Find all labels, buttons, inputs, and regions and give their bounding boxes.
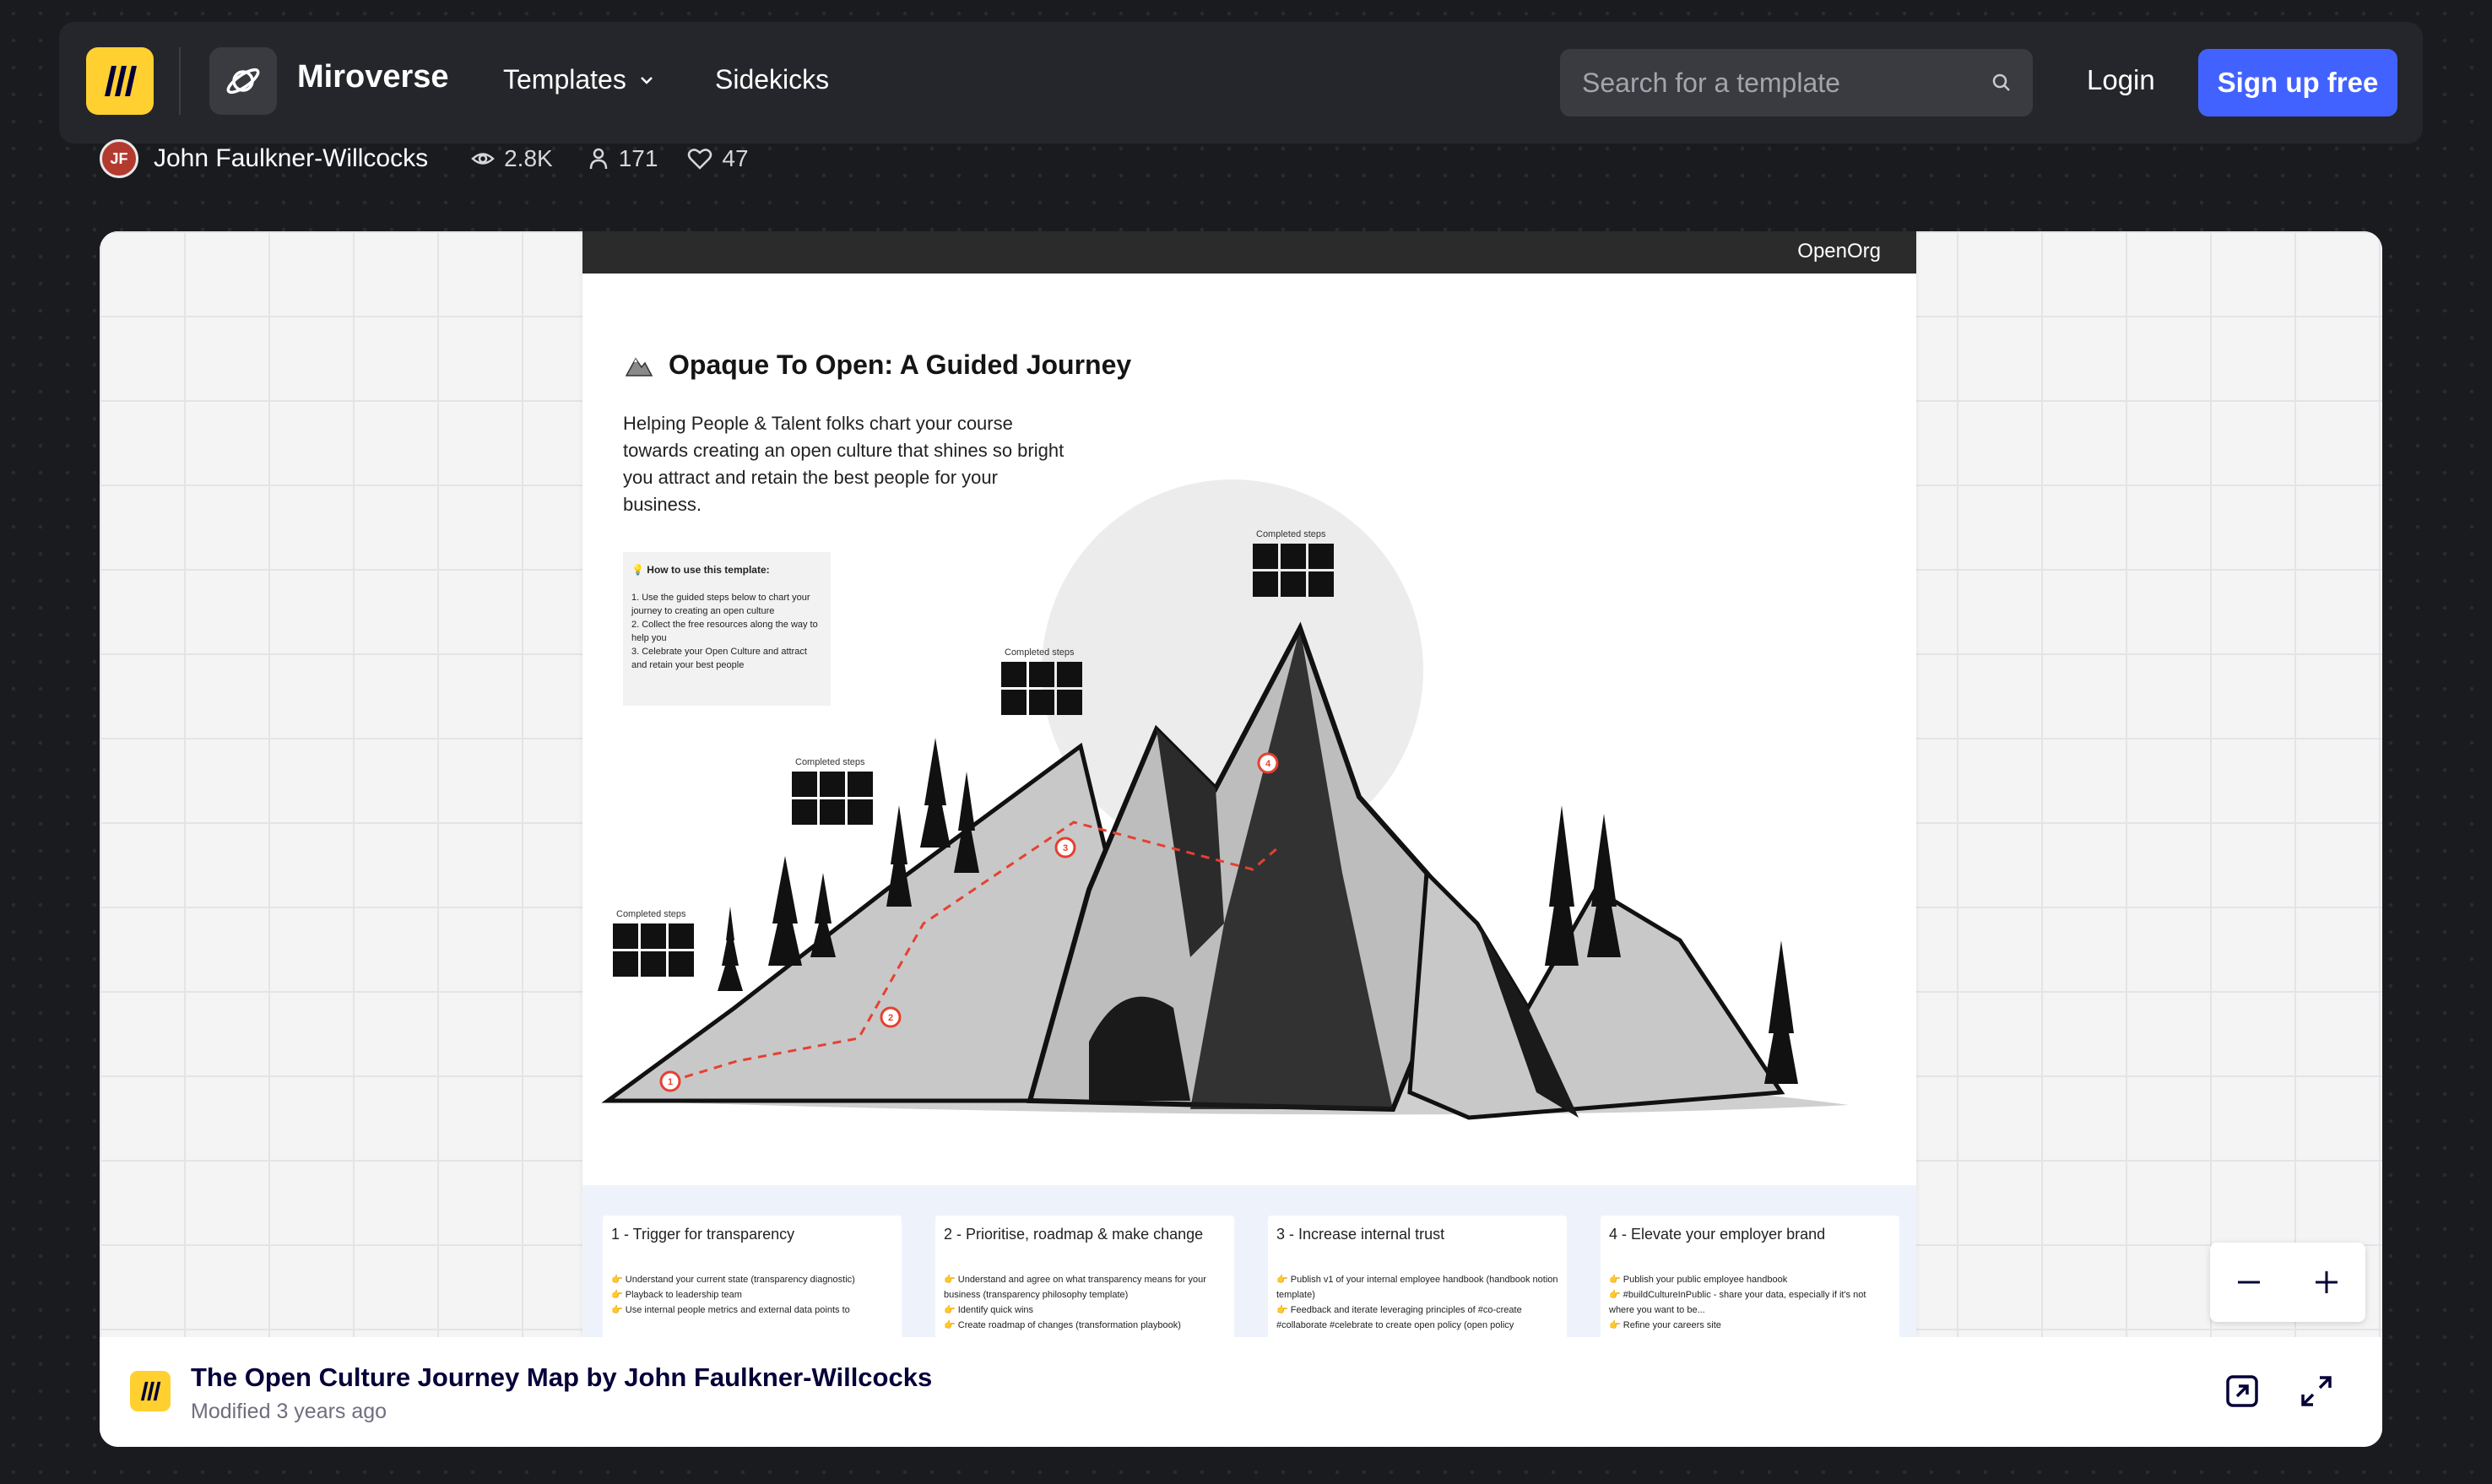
step-line: 👉 Publish your public employee handbook: [1609, 1275, 1788, 1285]
mountain-illustration: 1 2 3 4 Completed steps Completed steps …: [601, 479, 1849, 1120]
template-meta: JF John Faulkner-Willcocks 2.8K 171 47: [100, 138, 749, 179]
chevron-down-icon: [640, 76, 653, 84]
planet-icon[interactable]: [209, 47, 277, 115]
completed-label: Completed steps: [795, 757, 865, 767]
minus-icon: [2238, 1281, 2260, 1284]
completed-grid-1: [613, 923, 694, 977]
sidekicks-label: Sidekicks: [715, 64, 830, 95]
step-card[interactable]: 3 - Increase internal trust 👉 Publish v1…: [1268, 1216, 1567, 1351]
board-header: OpenOrg: [582, 231, 1916, 274]
templates-menu[interactable]: Templates: [503, 64, 655, 95]
open-board-button[interactable]: [2220, 1369, 2264, 1413]
board-title: Opaque To Open: A Guided Journey: [625, 349, 1131, 381]
template-preview-card: OpenOrg Opaque To Open: A Guided Journey…: [100, 231, 2382, 1447]
org-label: OpenOrg: [1797, 240, 1881, 263]
zoom-out-button[interactable]: [2210, 1243, 2288, 1322]
preview-footer: The Open Culture Journey Map by John Fau…: [100, 1337, 2382, 1447]
svg-text:2: 2: [888, 1013, 893, 1023]
step-line: 👉 Playback to leadership team: [611, 1290, 742, 1300]
step-line: 👉 Refine your careers site: [1609, 1320, 1721, 1330]
nav-divider: [179, 47, 181, 115]
step-line: 👉 Feedback and iterate leveraging princi…: [1276, 1305, 1522, 1330]
likes-count: 47: [722, 145, 749, 171]
sidekicks-link[interactable]: Sidekicks: [715, 64, 829, 95]
svg-text:3: 3: [1063, 843, 1068, 853]
modified-label: Modified 3 years ago: [191, 1400, 387, 1423]
step-card[interactable]: 2 - Prioritise, roadmap & make change 👉 …: [935, 1216, 1234, 1351]
step-card[interactable]: 1 - Trigger for transparency 👉 Understan…: [603, 1216, 902, 1351]
users-count: 171: [618, 145, 658, 171]
board-title-text: Opaque To Open: A Guided Journey: [669, 349, 1132, 380]
step-line: 👉 Understand and agree on what transpare…: [944, 1275, 1206, 1300]
completed-label: Completed steps: [1005, 647, 1075, 658]
step-line: 👉 Publish v1 of your internal employee h…: [1276, 1275, 1558, 1300]
right-mountain: [1407, 868, 1785, 1120]
search-input[interactable]: [1580, 66, 1991, 100]
author-name[interactable]: John Faulkner-Willcocks: [154, 144, 428, 173]
avatar[interactable]: JF: [100, 139, 138, 178]
signup-button[interactable]: Sign up free: [2198, 49, 2397, 116]
miro-logo-icon[interactable]: [86, 47, 154, 115]
user-icon: [589, 148, 607, 170]
zoom-in-button[interactable]: [2288, 1243, 2365, 1322]
step-line: 👉 Create roadmap of changes (transformat…: [944, 1320, 1181, 1330]
step-title: 4 - Elevate your employer brand: [1609, 1226, 1826, 1243]
completed-grid-2: [792, 772, 873, 825]
search-box[interactable]: [1560, 49, 2033, 116]
zoom-controls: [2210, 1243, 2365, 1322]
likes-stat[interactable]: 47: [686, 145, 749, 172]
step-title: 2 - Prioritise, roadmap & make change: [944, 1226, 1204, 1243]
plus-icon: [2316, 1271, 2338, 1293]
miro-logo-icon: [130, 1371, 171, 1411]
completed-label: Completed steps: [616, 909, 686, 919]
eye-icon: [471, 153, 495, 165]
step-line: 👉 Identify quick wins: [944, 1305, 1034, 1315]
template-title: The Open Culture Journey Map by John Fau…: [191, 1362, 933, 1392]
step-line: 👉 Use internal people metrics and extern…: [611, 1305, 850, 1315]
step-card[interactable]: 4 - Elevate your employer brand 👉 Publis…: [1601, 1216, 1899, 1351]
expand-icon: [2301, 1376, 2332, 1406]
users-stat: 171: [587, 145, 658, 172]
brand-name[interactable]: Miroverse: [297, 59, 449, 95]
step-line: 👉 #buildCultureInPublic - share your dat…: [1609, 1290, 1866, 1315]
board-canvas[interactable]: OpenOrg Opaque To Open: A Guided Journey…: [100, 231, 2382, 1351]
step-title: 3 - Increase internal trust: [1276, 1226, 1445, 1243]
search-icon[interactable]: [1991, 72, 2013, 94]
board-frame: OpenOrg Opaque To Open: A Guided Journey…: [582, 231, 1916, 1351]
external-link-icon: [2226, 1375, 2258, 1407]
step-line: 👉 Understand your current state (transpa…: [611, 1275, 855, 1285]
templates-label: Templates: [503, 64, 626, 95]
steps-area: 1 - Trigger for transparency 👉 Understan…: [582, 1185, 1916, 1351]
views-count: 2.8K: [504, 145, 553, 171]
svg-text:4: 4: [1265, 759, 1271, 769]
top-nav: Miroverse Templates Sidekicks Login Sign…: [59, 22, 2423, 144]
mountain-emoji-icon: [625, 357, 653, 376]
completed-label: Completed steps: [1256, 529, 1326, 539]
login-link[interactable]: Login: [2087, 64, 2155, 96]
heart-icon[interactable]: [686, 146, 713, 171]
step-title: 1 - Trigger for transparency: [611, 1226, 795, 1243]
views-stat: 2.8K: [470, 145, 553, 172]
svg-text:1: 1: [668, 1077, 673, 1087]
fullscreen-button[interactable]: [2294, 1369, 2338, 1413]
